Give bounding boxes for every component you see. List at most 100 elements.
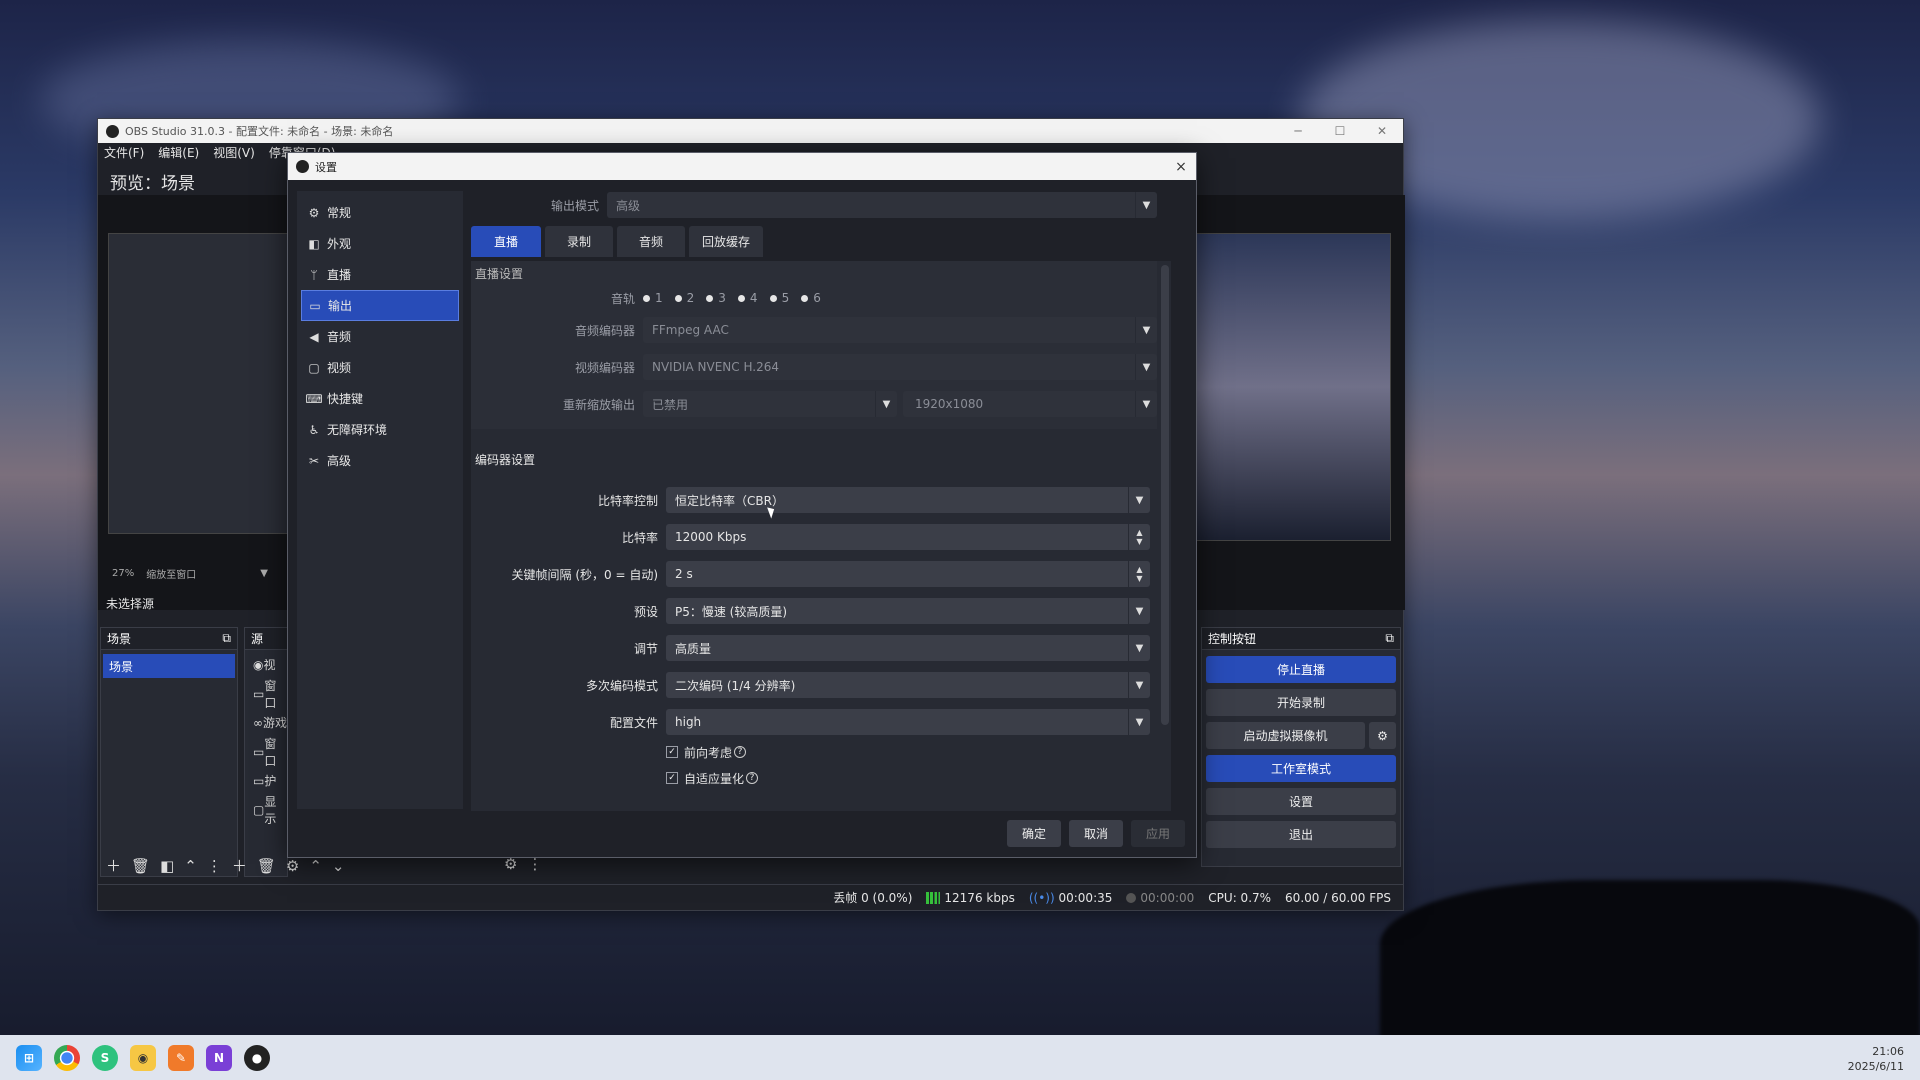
sidebar-item-stream[interactable]: ᛘ 直播 <box>297 259 463 290</box>
tab-audio[interactable]: 音频 <box>617 226 685 257</box>
source-item[interactable]: ▭ 护 <box>245 766 287 795</box>
stop-streaming-button[interactable]: 停止直播 <box>1206 656 1396 683</box>
audio-track-radio[interactable]: 3 <box>706 291 726 305</box>
audio-track-radio[interactable]: 5 <box>769 291 789 305</box>
source-item[interactable]: ◉ 视 <box>245 650 287 679</box>
system-clock[interactable]: 21:06 2025/6/11 <box>1848 1044 1904 1074</box>
more-icon[interactable]: ⋮ <box>207 857 222 875</box>
menu-view[interactable]: 视图(V) <box>213 144 255 161</box>
multipass-label: 多次编码模式 <box>585 678 658 693</box>
audio-track-radio[interactable]: 1 <box>643 291 663 305</box>
sidebar-item-hotkeys[interactable]: ⌨ 快捷键 <box>297 383 463 414</box>
close-icon[interactable]: × <box>1166 159 1196 175</box>
app-owl-icon[interactable]: ◉ <box>130 1044 156 1071</box>
scene-item[interactable]: 场景 <box>103 654 235 678</box>
app-orange-icon[interactable]: ✎ <box>168 1044 194 1071</box>
fps-readout: 60.00 / 60.00 FPS <box>1285 890 1391 905</box>
maximize-button[interactable]: ☐ <box>1319 124 1361 138</box>
tune-label: 调节 <box>633 641 658 656</box>
sidebar-item-accessibility[interactable]: ♿ 无障碍环境 <box>297 414 463 445</box>
undock-icon[interactable]: ⧉ <box>1385 631 1394 646</box>
zoom-mode[interactable]: 缩放至窗口 <box>146 566 196 581</box>
start-recording-button[interactable]: 开始录制 <box>1206 689 1396 716</box>
onenote-icon[interactable]: N <box>206 1044 232 1071</box>
audio-encoder-select[interactable]: FFmpeg AAC ▼ <box>643 317 1157 343</box>
preset-select[interactable]: P5：慢速 (较高质量) ▼ <box>666 598 1150 624</box>
cancel-button[interactable]: 取消 <box>1069 820 1123 847</box>
add-icon[interactable]: ＋ <box>232 855 247 876</box>
trash-icon[interactable]: 🗑 <box>131 857 150 875</box>
source-item[interactable]: ∞ 游戏 <box>245 708 287 737</box>
chevron-down-icon: ▼ <box>875 391 897 417</box>
sidebar-item-appearance[interactable]: ◧ 外观 <box>297 228 463 259</box>
menu-file[interactable]: 文件(F) <box>104 144 144 161</box>
windows-start-icon[interactable]: ⊞ <box>16 1044 42 1071</box>
status-bar: 丢帧 0 (0.0%) 12176 kbps ((•)) 00:00:35 00… <box>98 884 1403 910</box>
dropped-frames: 丢帧 0 (0.0%) <box>833 891 913 905</box>
audio-track-radio[interactable]: 2 <box>674 291 694 305</box>
undock-icon[interactable]: ⧉ <box>222 631 231 646</box>
tab-stream[interactable]: 直播 <box>471 226 541 257</box>
obs-taskbar-icon[interactable]: ● <box>244 1044 270 1071</box>
help-icon[interactable]: ? <box>734 746 747 758</box>
virtual-camera-gear-icon[interactable]: ⚙ <box>1369 722 1396 749</box>
checkmark-icon: ✓ <box>666 746 678 758</box>
add-icon[interactable]: ＋ <box>106 855 121 876</box>
menu-edit[interactable]: 编辑(E) <box>158 144 199 161</box>
scenes-dock-title: 场景 <box>107 632 132 646</box>
stream-time: ((•)) 00:00:35 <box>1028 890 1113 905</box>
profile-label: 配置文件 <box>609 715 658 730</box>
audio-track-radio[interactable]: 4 <box>737 291 758 305</box>
close-button[interactable]: ✕ <box>1361 124 1403 138</box>
sidebar-item-output[interactable]: ▭ 输出 <box>301 290 459 321</box>
apply-button[interactable]: 应用 <box>1131 820 1185 847</box>
keyframe-interval-spinbox[interactable]: 2 s ▲ ▼ <box>666 561 1150 587</box>
sidebar-item-audio[interactable]: ◀ 音频 <box>297 321 463 352</box>
zoom-bar[interactable]: 27% 缩放至窗口 ▼ <box>108 565 288 581</box>
sidebar-item-general[interactable]: ⚙ 常规 <box>297 197 463 228</box>
source-item[interactable]: ▢ 显示 <box>245 795 287 826</box>
filter-icon[interactable]: ◧ <box>160 857 174 875</box>
output-mode-select[interactable]: 高级 ▼ <box>607 192 1157 218</box>
chevron-down-icon: ▼ <box>1135 317 1157 343</box>
rescale-output-select[interactable]: 已禁用 ▼ <box>643 391 897 417</box>
rescale-output-label: 重新缩放输出 <box>562 397 635 412</box>
rate-control-select[interactable]: 恒定比特率（CBR） ▼ <box>666 487 1150 513</box>
ok-button[interactable]: 确定 <box>1007 820 1061 847</box>
preview-label: 预览：场景 <box>110 174 195 194</box>
lookahead-checkbox[interactable]: ✓ 前向考虑? <box>666 744 747 761</box>
adaptive-quantization-checkbox[interactable]: ✓ 自适应量化? <box>666 770 759 787</box>
profile-select[interactable]: high ▼ <box>666 709 1150 735</box>
settings-button[interactable]: 设置 <box>1206 788 1396 815</box>
rescale-resolution-select[interactable]: 1920x1080 ▼ <box>903 391 1157 417</box>
chevron-down-icon[interactable]: ⌄ <box>332 857 345 875</box>
video-encoder-select[interactable]: NVIDIA NVENC H.264 ▼ <box>643 354 1157 380</box>
help-icon[interactable]: ? <box>746 772 759 784</box>
tab-recording[interactable]: 录制 <box>545 226 613 257</box>
exit-button[interactable]: 退出 <box>1206 821 1396 848</box>
audio-track-radio[interactable]: 6 <box>801 291 821 305</box>
tab-replay-buffer[interactable]: 回放缓存 <box>689 226 763 257</box>
chevron-down-icon[interactable]: ▼ <box>260 568 268 579</box>
sidebar-item-video[interactable]: ▢ 视频 <box>297 352 463 383</box>
app-green-icon[interactable]: S <box>92 1044 118 1071</box>
sidebar-item-advanced[interactable]: ✂ 高级 <box>297 445 463 476</box>
tune-select[interactable]: 高质量 ▼ <box>666 635 1150 661</box>
start-virtual-camera-button[interactable]: 启动虚拟摄像机 <box>1206 722 1365 749</box>
source-item[interactable]: ▭ 窗口 <box>245 679 287 710</box>
bitrate-spinbox[interactable]: 12000 Kbps ▲ ▼ <box>666 524 1150 550</box>
multipass-select[interactable]: 二次编码 (1/4 分辨率) ▼ <box>666 672 1150 698</box>
chevron-down-icon: ▼ <box>1128 598 1150 624</box>
panel-scrollbar[interactable] <box>1161 265 1169 725</box>
chevron-down-icon: ▼ <box>1128 709 1150 735</box>
trash-icon[interactable]: 🗑 <box>257 857 276 875</box>
spin-arrows-icon[interactable]: ▲ ▼ <box>1128 561 1150 587</box>
chevron-up-icon[interactable]: ⌃ <box>309 857 322 875</box>
gear-icon[interactable]: ⚙ <box>286 857 299 875</box>
chrome-icon[interactable] <box>54 1044 80 1071</box>
studio-mode-button[interactable]: 工作室模式 <box>1206 755 1396 782</box>
source-item[interactable]: ▭ 窗口 <box>245 737 287 768</box>
minimize-button[interactable]: ─ <box>1277 124 1319 138</box>
chevron-up-icon[interactable]: ⌃ <box>184 857 197 875</box>
spin-arrows-icon[interactable]: ▲ ▼ <box>1128 524 1150 550</box>
